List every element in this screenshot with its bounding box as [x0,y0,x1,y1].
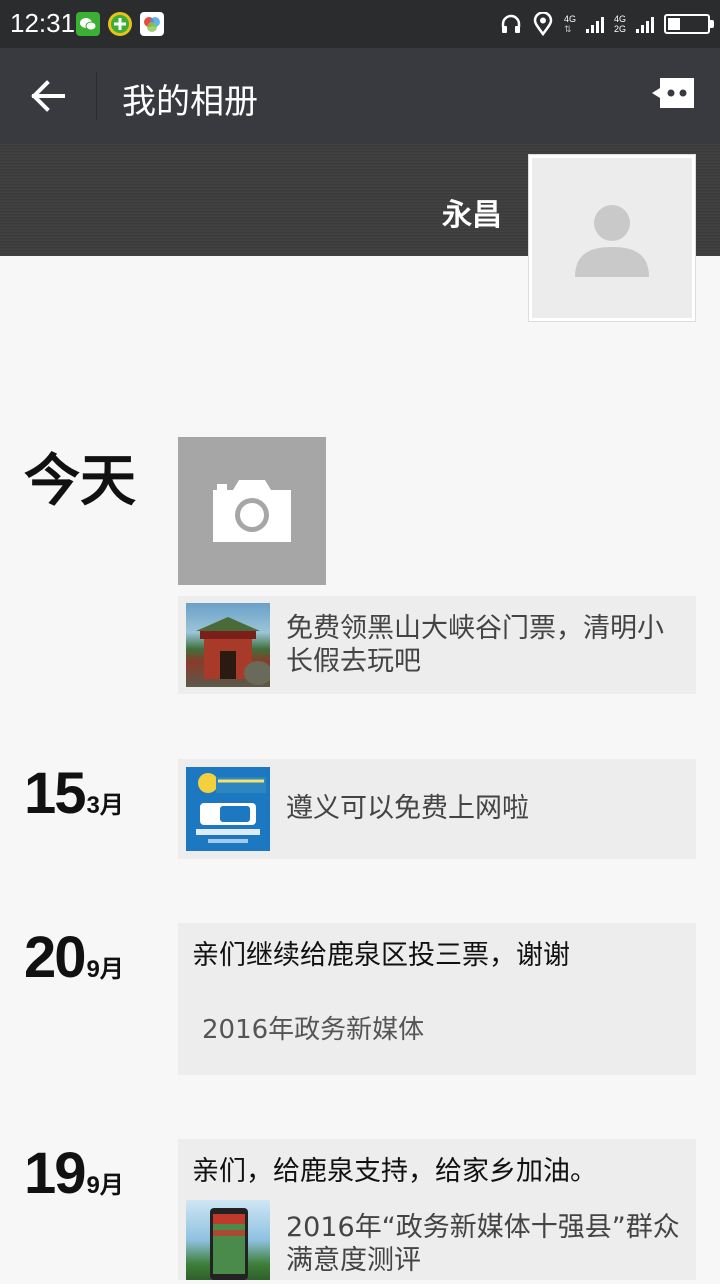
shared-article-card[interactable]: 亲们，给鹿泉支持，给家乡加油。 2016年“政务新媒体十强县”群众满意度测评 [178,1139,696,1280]
article-thumbnail [186,1200,270,1280]
status-time: 12:31 [10,8,76,38]
signal-icon-2 [636,15,654,33]
date-label: 209月 [24,924,124,991]
message-bubble-icon [652,78,694,108]
status-indicators: 4G ⇅ 4G 2G [500,10,714,38]
battery-icon [664,14,714,34]
date-month: 3月 [86,792,124,819]
date-label: 199月 [24,1140,124,1207]
plus-app-notification-icon [108,12,132,36]
post-caption: 亲们，给鹿泉支持，给家乡加油。 [192,1156,597,1187]
profile-name[interactable]: 永昌 [442,190,502,234]
back-button[interactable] [18,68,78,124]
avatar[interactable] [528,154,696,322]
date-day: 15 [24,761,86,826]
colorful-app-notification-icon [140,12,164,36]
article-thumbnail [186,603,272,687]
date-label: 153月 [24,760,124,827]
title-bar: 我的相册 [0,48,720,144]
default-user-icon [575,205,649,277]
title-divider [96,72,97,120]
date-month: 9月 [86,956,124,983]
shared-article-card[interactable]: 免费领黑山大峡谷门票，清明小长假去玩吧 [178,596,696,694]
signal-icon-1 [585,15,604,33]
post-subtitle: 2016年政务新媒体 [202,1015,425,1045]
date-today: 今天 [24,449,136,514]
message-button[interactable] [650,76,702,116]
status-bar: 12:31 4G ⇅ 4G 2G [0,0,720,48]
article-thumbnail [186,767,270,851]
post-caption: 亲们继续给鹿泉区投三票，谢谢 [192,940,570,971]
network-type-2: 4G 2G [613,14,626,34]
article-title: 2016年“政务新媒体十强县”群众满意度测评 [286,1212,680,1276]
headphones-icon [501,14,521,33]
shared-article-card[interactable]: 遵义可以免费上网啦 [178,759,696,859]
camera-icon [213,480,291,542]
text-post-card[interactable]: 亲们继续给鹿泉区投三票，谢谢 2016年政务新媒体 [178,923,696,1075]
post-photo-button[interactable] [178,437,326,585]
network-type: 4G ⇅ [563,14,576,34]
wechat-notification-icon [76,12,100,36]
date-day: 19 [24,1141,86,1206]
date-day: 20 [24,925,86,990]
article-title: 遵义可以免费上网啦 [286,793,529,824]
location-icon [533,12,553,36]
date-month: 9月 [86,1172,124,1199]
arrow-left-icon [31,80,65,112]
page-title: 我的相册 [122,82,258,122]
article-title: 免费领黑山大峡谷门票，清明小长假去玩吧 [286,613,664,677]
